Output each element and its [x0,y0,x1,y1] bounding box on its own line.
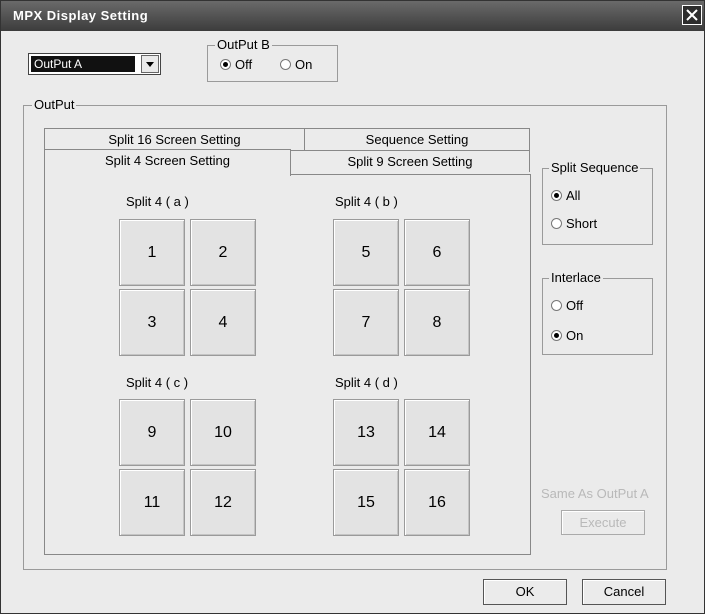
split-sequence-short-radio[interactable]: Short [551,216,597,232]
radio-unselected-icon [551,218,562,229]
screen-cell-9[interactable]: 9 [119,399,185,466]
output-b-group: OutPut B Off On [207,38,338,82]
ok-button[interactable]: OK [483,579,567,605]
split-b-label: Split 4 ( b ) [335,194,398,209]
close-button[interactable] [682,5,702,25]
output-b-label: OutPut B [215,37,272,52]
execute-button[interactable]: Execute [561,510,645,535]
screen-cell-11[interactable]: 11 [119,469,185,536]
split-sequence-all-label: All [566,188,581,203]
split-sequence-all-radio[interactable]: All [551,188,580,204]
interlace-on-label: On [566,328,584,343]
screen-cell-6[interactable]: 6 [404,219,470,286]
interlace-off-radio[interactable]: Off [551,298,583,314]
output-select-value: OutPut A [31,56,135,72]
window-title: MPX Display Setting [13,8,149,23]
output-select[interactable]: OutPut A [28,53,161,75]
interlace-group: Interlace Off On [542,271,653,355]
split-a-label: Split 4 ( a ) [126,194,189,209]
split-d-label: Split 4 ( d ) [335,375,398,390]
screen-cell-1[interactable]: 1 [119,219,185,286]
screen-cell-8[interactable]: 8 [404,289,470,356]
tab-split-4[interactable]: Split 4 Screen Setting [44,149,291,176]
mpx-display-setting-dialog: MPX Display Setting OutPut A OutPut B Of… [0,0,705,614]
screen-cell-12[interactable]: 12 [190,469,256,536]
tab-sequence[interactable]: Sequence Setting [304,128,530,150]
output-b-on-radio[interactable]: On [280,57,312,73]
split-sequence-group: Split Sequence All Short [542,161,653,245]
dropdown-arrow-button[interactable] [141,55,159,73]
close-icon [686,9,698,21]
split-sequence-label: Split Sequence [549,160,641,175]
screen-cell-5[interactable]: 5 [333,219,399,286]
screen-cell-10[interactable]: 10 [190,399,256,466]
radio-selected-icon [551,330,562,341]
cancel-button[interactable]: Cancel [582,579,666,605]
chevron-down-icon [146,62,154,67]
screen-cell-16[interactable]: 16 [404,469,470,536]
screen-cell-4[interactable]: 4 [190,289,256,356]
screen-cell-15[interactable]: 15 [333,469,399,536]
screen-cell-3[interactable]: 3 [119,289,185,356]
output-b-off-label: Off [235,57,253,72]
output-b-on-label: On [295,57,313,72]
screen-cell-7[interactable]: 7 [333,289,399,356]
screen-cell-14[interactable]: 14 [404,399,470,466]
tab-split-9[interactable]: Split 9 Screen Setting [290,150,530,172]
screen-cell-13[interactable]: 13 [333,399,399,466]
radio-unselected-icon [280,59,291,70]
output-group-label: OutPut [32,97,77,112]
radio-selected-icon [551,190,562,201]
radio-unselected-icon [551,300,562,311]
split-c-label: Split 4 ( c ) [126,375,189,390]
interlace-label: Interlace [549,270,603,285]
interlace-off-label: Off [566,298,584,313]
screen-cell-2[interactable]: 2 [190,219,256,286]
same-as-output-label: Same As OutPut A [541,486,649,501]
interlace-on-radio[interactable]: On [551,328,583,344]
radio-selected-icon [220,59,231,70]
output-b-off-radio[interactable]: Off [220,57,252,73]
title-bar[interactable]: MPX Display Setting [1,1,704,31]
split-sequence-short-label: Short [566,216,598,231]
tab-split-16[interactable]: Split 16 Screen Setting [44,128,305,150]
